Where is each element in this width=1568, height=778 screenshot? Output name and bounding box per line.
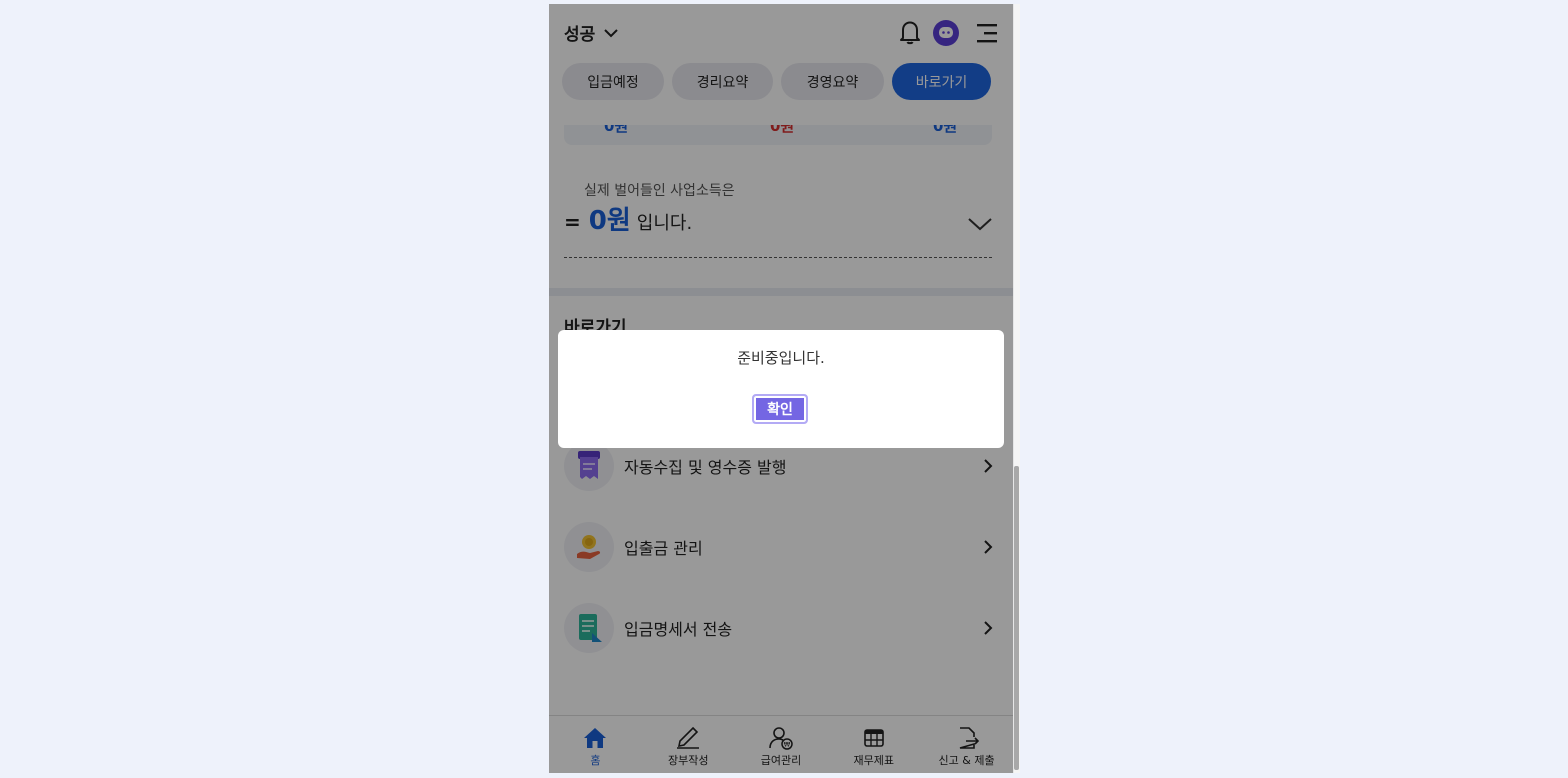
dialog-message: 준비중입니다. [737,349,825,367]
alert-dialog: 준비중입니다. 확인 [558,330,1004,448]
scrollbar-thumb[interactable] [1014,466,1019,770]
confirm-button[interactable]: 확인 [752,394,808,424]
